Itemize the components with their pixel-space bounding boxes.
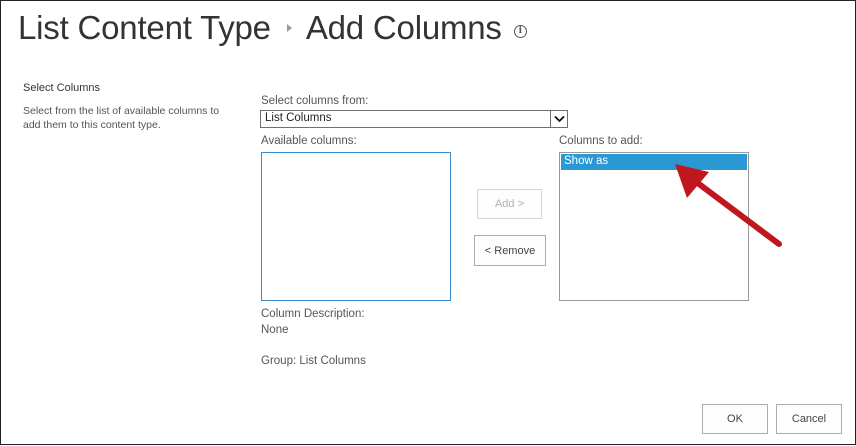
select-from-label: Select columns from: [261,95,369,107]
breadcrumb-arrow-icon [286,24,292,32]
chevron-down-icon[interactable] [550,111,567,127]
dialog-frame: List Content Type Add Columns i Select C… [0,0,856,445]
columns-to-add-label: Columns to add: [559,135,643,147]
section-description: Select from the list of available column… [23,105,220,131]
column-source-value: List Columns [265,112,332,124]
add-button[interactable]: Add > [477,189,542,219]
breadcrumb-parent[interactable]: List Content Type [18,9,271,47]
column-source-select[interactable]: List Columns [260,110,568,128]
column-description-value: None [261,324,289,336]
columns-to-add-list[interactable]: Show as [559,152,749,301]
info-icon[interactable]: i [513,24,527,38]
available-columns-label: Available columns: [261,135,357,147]
list-item[interactable]: Show as [561,154,747,170]
group-label: Group: List Columns [261,355,366,367]
cancel-button[interactable]: Cancel [776,404,842,434]
section-title: Select Columns [23,82,101,94]
page-header: List Content Type Add Columns i [18,9,527,47]
ok-button[interactable]: OK [702,404,768,434]
page-title: Add Columns [305,9,502,46]
column-description-label: Column Description: [261,308,365,320]
available-columns-list[interactable] [261,152,451,301]
remove-button[interactable]: < Remove [474,235,546,266]
